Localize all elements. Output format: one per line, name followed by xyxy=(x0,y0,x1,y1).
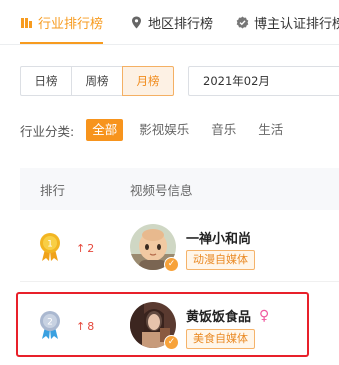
category-tag: 动漫自媒体 xyxy=(186,250,255,270)
tab-label: 地区排行榜 xyxy=(148,16,214,32)
location-pin-icon xyxy=(132,16,141,28)
bar-chart-icon xyxy=(21,17,32,28)
table-row[interactable]: 2 ↑ 8 ✓ 黄饭饭食品 ♀ 美食自媒体 xyxy=(20,296,339,365)
category-chip-music[interactable]: 音乐 xyxy=(205,119,242,141)
column-header-rank: 排行 xyxy=(40,182,66,198)
period-selector: 日榜 周榜 月榜 xyxy=(20,66,174,96)
tab-blogger-verified-ranking[interactable]: 博主认证排行榜 xyxy=(236,0,339,44)
table-row[interactable]: 1 ↑ 2 ✓ 一禅小和尚 动漫自媒体 xyxy=(20,212,339,282)
channel-name[interactable]: 一禅小和尚 xyxy=(186,228,251,247)
category-chip-life[interactable]: 生活 xyxy=(252,119,289,141)
rank-change-up: ↑ 2 xyxy=(76,242,94,255)
medal-rank: 2 xyxy=(47,318,53,328)
table-header: 排行 视频号信息 xyxy=(20,168,339,210)
channel-name-text: 黄饭饭食品 xyxy=(186,310,252,325)
rank-change-value: 8 xyxy=(87,320,95,333)
rank-change-value: 2 xyxy=(87,242,95,255)
period-monthly-button[interactable]: 月榜 xyxy=(122,66,174,96)
tab-region-ranking[interactable]: 地区排行榜 xyxy=(130,0,213,44)
channel-name-text: 一禅小和尚 xyxy=(186,232,252,247)
category-filter: 行业分类: 全部 影视娱乐 音乐 生活 xyxy=(20,118,299,142)
gold-medal-icon: 1 xyxy=(40,233,60,261)
avatar[interactable]: ✓ xyxy=(130,224,179,272)
category-chip-all[interactable]: 全部 xyxy=(86,119,124,141)
verified-icon: ✓ xyxy=(164,257,179,272)
category-tag: 美食自媒体 xyxy=(186,329,255,349)
month-picker[interactable]: 2021年02月 xyxy=(188,66,339,96)
verified-icon: ✓ xyxy=(164,335,179,350)
arrow-up-icon: ↑ xyxy=(76,320,86,333)
silver-medal-icon: 2 xyxy=(40,311,60,339)
tab-industry-ranking[interactable]: 行业排行榜 xyxy=(20,0,104,44)
period-weekly-button[interactable]: 周榜 xyxy=(71,66,123,96)
medal-rank: 1 xyxy=(47,240,53,250)
channel-name[interactable]: 黄饭饭食品 ♀ xyxy=(186,306,270,326)
rank-change-up: ↑ 8 xyxy=(76,320,94,333)
tab-label: 博主认证排行榜 xyxy=(254,16,339,32)
verified-badge-icon xyxy=(236,16,249,28)
category-filter-label: 行业分类: xyxy=(20,123,75,139)
month-picker-value: 2021年02月 xyxy=(203,74,270,88)
ranking-tabs: 行业排行榜 地区排行榜 博主认证排行榜 xyxy=(0,0,339,44)
arrow-up-icon: ↑ xyxy=(76,242,86,255)
category-chip-film-entertainment[interactable]: 影视娱乐 xyxy=(133,119,195,141)
tab-label: 行业排行榜 xyxy=(38,16,104,32)
period-daily-button[interactable]: 日榜 xyxy=(20,66,72,96)
tabs-divider xyxy=(0,44,339,45)
female-gender-icon: ♀ xyxy=(259,307,270,324)
avatar[interactable]: ✓ xyxy=(130,302,179,350)
column-header-channel-info: 视频号信息 xyxy=(130,182,193,198)
